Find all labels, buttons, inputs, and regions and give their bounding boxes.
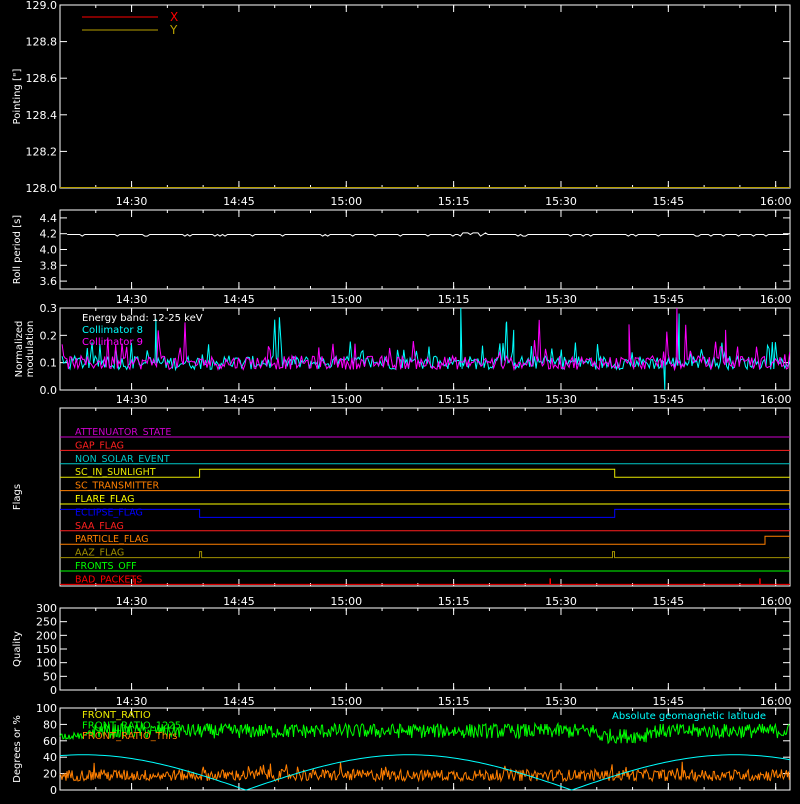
y-tick-label: 0.0 (40, 384, 58, 397)
y-tick-label: 250 (36, 616, 57, 629)
x-tick-label: 15:30 (545, 293, 577, 306)
x-tick-label: 15:30 (545, 695, 577, 708)
y-tick-label: 128.4 (26, 109, 58, 122)
y-tick-label: 100 (36, 657, 57, 670)
y-axis-label: Pointing ["] (12, 68, 23, 124)
y-tick-label: 0.3 (40, 302, 58, 315)
hessi-observing-summary: 14:30 14:45 15:00 15:15 15:30 15:45 16:00 128.0… (0, 0, 800, 800)
y-tick-label: 100 (36, 702, 57, 715)
x-tick-label: 16:00 (760, 595, 792, 608)
x-tick-label: 14:30 (116, 195, 148, 208)
flag-label-aaz-flag: AAZ_FLAG (75, 548, 124, 559)
flag-label-fronts-off: FRONTS_OFF (75, 561, 137, 572)
y-tick-label: 128.6 (26, 72, 58, 85)
x-tick-label: 15:00 (330, 393, 362, 406)
x-tick-label: 15:30 (545, 595, 577, 608)
y-axis-label: Roll period [s] (12, 215, 23, 284)
y-tick-label: 300 (36, 602, 57, 615)
y-tick-label: 128.2 (26, 145, 58, 158)
legend-label-x: X (170, 10, 178, 24)
y-tick-label: 60 (43, 735, 57, 748)
flag-label-saa-flag: SAA_FLAG (75, 521, 124, 532)
x-tick-label: 15:00 (330, 595, 362, 608)
x-tick-label: 15:45 (652, 695, 684, 708)
x-tick-label: 16:00 (760, 293, 792, 306)
x-tick-label: 14:30 (116, 695, 148, 708)
flag-label-sc-in-sunlight: SC_IN_SUNLIGHT (75, 467, 156, 478)
x-tick-label: 16:00 (760, 393, 792, 406)
y-tick-label: 0 (50, 684, 57, 697)
legend-label-front-ratio-thrs: FRONT_RATIO_Thrs (82, 731, 177, 742)
x-tick-label: 15:15 (438, 695, 470, 708)
y-axis-label: Normalized (14, 321, 25, 378)
legend-label-front-ratio-1225: FRONT_RATIO_1225 (82, 721, 181, 732)
flag-label-bad-packets: BAD_PACKETS (75, 574, 142, 585)
y-axis-label: Quality (12, 631, 23, 667)
x-tick-label: 15:15 (438, 393, 470, 406)
y-axis-label: Flags (12, 484, 23, 510)
x-tick-label: 14:45 (223, 195, 255, 208)
y-axis-label: Degrees or % (12, 715, 23, 783)
x-tick-label: 14:30 (116, 595, 148, 608)
flag-label-sc-transmitter: SC_TRANSMITTER (75, 481, 160, 492)
y-tick-label: 128.8 (26, 36, 58, 49)
x-tick-label: 14:45 (223, 393, 255, 406)
legend-label-y: Y (169, 23, 178, 37)
flag-label-gap-flag: GAP_FLAG (75, 440, 124, 451)
x-tick-label: 15:00 (330, 195, 362, 208)
y-tick-label: 50 (43, 670, 57, 683)
y-tick-label: 3.6 (40, 275, 58, 288)
x-tick-label: 15:45 (652, 595, 684, 608)
flag-label-particle-flag: PARTICLE_FLAG (75, 534, 148, 545)
y-tick-label: 200 (36, 629, 57, 642)
flag-label-flare-flag: FLARE_FLAG (75, 494, 135, 505)
y-tick-label: 128.0 (26, 182, 58, 195)
x-tick-label: 15:15 (438, 293, 470, 306)
x-tick-label: 14:45 (223, 695, 255, 708)
y-tick-label: 0.1 (40, 357, 58, 370)
x-tick-label: 14:45 (223, 293, 255, 306)
x-tick-label: 15:00 (330, 293, 362, 306)
x-tick-label: 15:15 (438, 195, 470, 208)
x-tick-label: 14:30 (116, 293, 148, 306)
x-tick-label: 15:15 (438, 595, 470, 608)
x-tick-label: 16:00 (760, 695, 792, 708)
y-axis-label: modulation (25, 321, 36, 378)
x-tick-label: 15:45 (652, 393, 684, 406)
flag-label-non-solar-event: NON_SOLAR_EVENT (75, 454, 170, 465)
x-tick-label: 14:45 (223, 595, 255, 608)
legend-label-collimator-8: Collimator 8 (82, 325, 143, 336)
energy-band-annotation: Energy band: 12-25 keV (82, 313, 203, 324)
y-tick-label: 0 (50, 784, 57, 797)
x-tick-label: 15:30 (545, 393, 577, 406)
y-tick-label: 4.0 (40, 244, 58, 257)
y-tick-label: 40 (43, 751, 57, 764)
legend-label-front-ratio: FRONT_RATIO (82, 710, 151, 721)
geomagnetic-latitude-label: Absolute geomagnetic latitude (612, 711, 766, 722)
x-tick-label: 14:30 (116, 393, 148, 406)
y-tick-label: 150 (36, 643, 57, 656)
x-tick-label: 15:00 (330, 695, 362, 708)
y-tick-label: 129.0 (26, 0, 58, 12)
legend-label-collimator-9: Collimator 9 (82, 337, 143, 348)
y-tick-label: 80 (43, 718, 57, 731)
x-tick-label: 15:45 (652, 195, 684, 208)
y-tick-label: 4.2 (40, 228, 58, 241)
x-tick-label: 16:00 (760, 195, 792, 208)
x-tick-label: 15:30 (545, 195, 577, 208)
x-tick-label: 15:45 (652, 293, 684, 306)
y-tick-label: 4.4 (40, 212, 58, 225)
flag-label-attenuator-state: ATTENUATOR_STATE (75, 427, 171, 438)
y-tick-label: 0.2 (40, 329, 58, 342)
y-tick-label: 20 (43, 768, 57, 781)
y-tick-label: 3.8 (40, 259, 58, 272)
